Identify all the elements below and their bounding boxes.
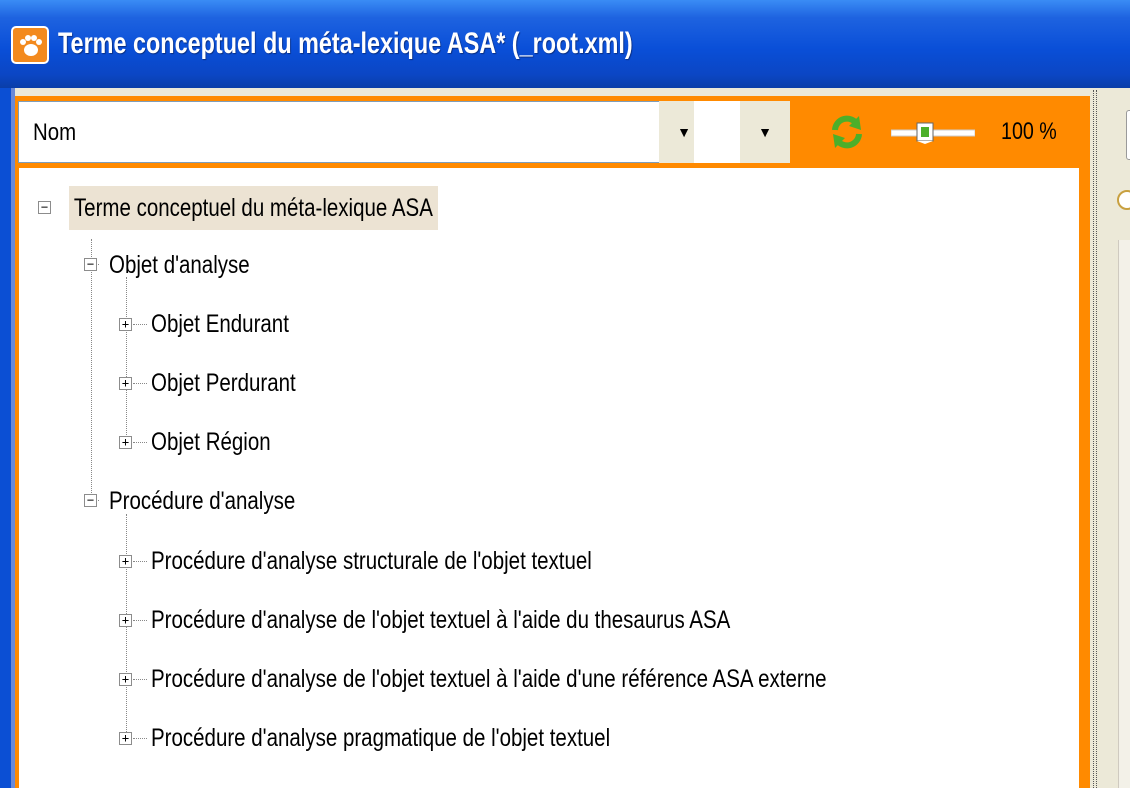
- collapse-icon[interactable]: −: [38, 201, 51, 214]
- field-select-value: Nom: [33, 119, 77, 146]
- collapse-icon[interactable]: −: [84, 258, 97, 271]
- concept-tree: − Terme conceptuel du méta-lexique ASA −…: [19, 168, 1079, 788]
- right-pane-radio[interactable]: [1117, 190, 1130, 210]
- splitter-grip: [1093, 90, 1094, 788]
- title-bar: Terme conceptuel du méta-lexique ASA* (_…: [0, 0, 1130, 88]
- right-pane-content: [1118, 240, 1130, 788]
- zoom-level-label: 100 %: [1001, 118, 1057, 145]
- tree-connector: [133, 620, 147, 621]
- zoom-slider[interactable]: [891, 122, 975, 144]
- panel-toolbar: Nom ▼ ▼ 100 %: [15, 96, 1090, 168]
- collapse-icon[interactable]: −: [84, 494, 97, 507]
- expand-icon[interactable]: +: [119, 673, 132, 686]
- tree-node-objet-region[interactable]: Objet Région: [151, 420, 271, 464]
- tree-node-procedure-reference-externe[interactable]: Procédure d'analyse de l'objet textuel à…: [151, 657, 827, 701]
- tree-connector: [133, 679, 147, 680]
- panel-top-divider: [15, 88, 1090, 96]
- tree-connector: [91, 239, 92, 501]
- expand-icon[interactable]: +: [119, 318, 132, 331]
- tree-node-procedure-pragmatique[interactable]: Procédure d'analyse pragmatique de l'obj…: [151, 716, 610, 760]
- tree-connector: [133, 738, 147, 739]
- expand-icon[interactable]: +: [119, 614, 132, 627]
- tree-root-node[interactable]: Terme conceptuel du méta-lexique ASA: [69, 186, 438, 230]
- expand-icon[interactable]: +: [119, 732, 132, 745]
- dropdown-arrow-icon: ▼: [758, 124, 772, 140]
- tree-node-objet-analyse[interactable]: Objet d'analyse: [109, 243, 250, 287]
- window-title: Terme conceptuel du méta-lexique ASA* (_…: [58, 27, 633, 60]
- tree-connector: [126, 514, 127, 740]
- expand-icon[interactable]: +: [119, 377, 132, 390]
- tree-node-procedure-structurale[interactable]: Procédure d'analyse structurale de l'obj…: [151, 539, 592, 583]
- tree-connector: [133, 324, 147, 325]
- tree-connector: [133, 383, 147, 384]
- expand-icon[interactable]: +: [119, 436, 132, 449]
- tree-connector: [133, 561, 147, 562]
- refresh-icon[interactable]: [827, 112, 867, 152]
- tree-connector: [126, 277, 127, 443]
- tree-node-objet-endurant[interactable]: Objet Endurant: [151, 302, 289, 346]
- window-border: [0, 88, 11, 788]
- tree-node-procedure-thesaurus[interactable]: Procédure d'analyse de l'objet textuel à…: [151, 598, 730, 642]
- secondary-select-dropdown-button[interactable]: ▼: [740, 101, 790, 163]
- tree-connector: [133, 442, 147, 443]
- expand-icon[interactable]: +: [119, 555, 132, 568]
- paw-app-icon[interactable]: [11, 26, 49, 64]
- tree-node-objet-perdurant[interactable]: Objet Perdurant: [151, 361, 296, 405]
- right-pane-button[interactable]: [1126, 110, 1130, 160]
- splitter-grip: [1096, 90, 1097, 788]
- tree-node-procedure-analyse[interactable]: Procédure d'analyse: [109, 479, 295, 523]
- field-select-combo[interactable]: Nom: [18, 101, 675, 163]
